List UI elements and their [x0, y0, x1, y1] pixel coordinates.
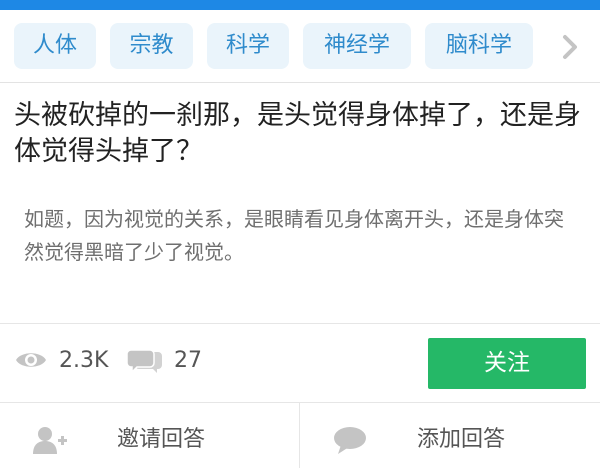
comments-icon [127, 349, 162, 374]
top-status-bar [0, 0, 600, 10]
question-title: 头被砍掉的一刹那，是头觉得身体掉了，还是身体觉得头掉了？ [14, 100, 581, 167]
tag-neurology[interactable]: 神经学 [303, 23, 411, 69]
answers-count: 27 [174, 348, 202, 373]
question-description: 如题，因为视觉的关系，是眼睛看见身体离开头，还是身体突然觉得黑暗了少了视觉。 [24, 207, 564, 264]
views-count: 2.3K [59, 348, 109, 373]
add-user-icon [33, 427, 67, 454]
tag-science[interactable]: 科学 [207, 23, 289, 69]
add-answer-button[interactable]: 添加回答 [300, 403, 600, 468]
divider [0, 323, 600, 324]
invite-answer-button[interactable]: 邀请回答 [0, 403, 300, 468]
chevron-right-icon[interactable] [553, 32, 587, 62]
add-answer-label: 添加回答 [417, 427, 506, 452]
tag-religion[interactable]: 宗教 [110, 23, 193, 69]
topic-tags-bar: 人体 宗教 科学 神经学 脑科学 [0, 10, 600, 83]
tag-brain-science[interactable]: 脑科学 [425, 23, 533, 69]
follow-button[interactable]: 关注 [428, 338, 586, 389]
invite-answer-label: 邀请回答 [117, 427, 206, 452]
tag-human-body[interactable]: 人体 [14, 23, 96, 69]
comment-icon [334, 427, 366, 454]
eye-icon [16, 353, 46, 367]
action-bar: 邀请回答 添加回答 [0, 403, 600, 468]
